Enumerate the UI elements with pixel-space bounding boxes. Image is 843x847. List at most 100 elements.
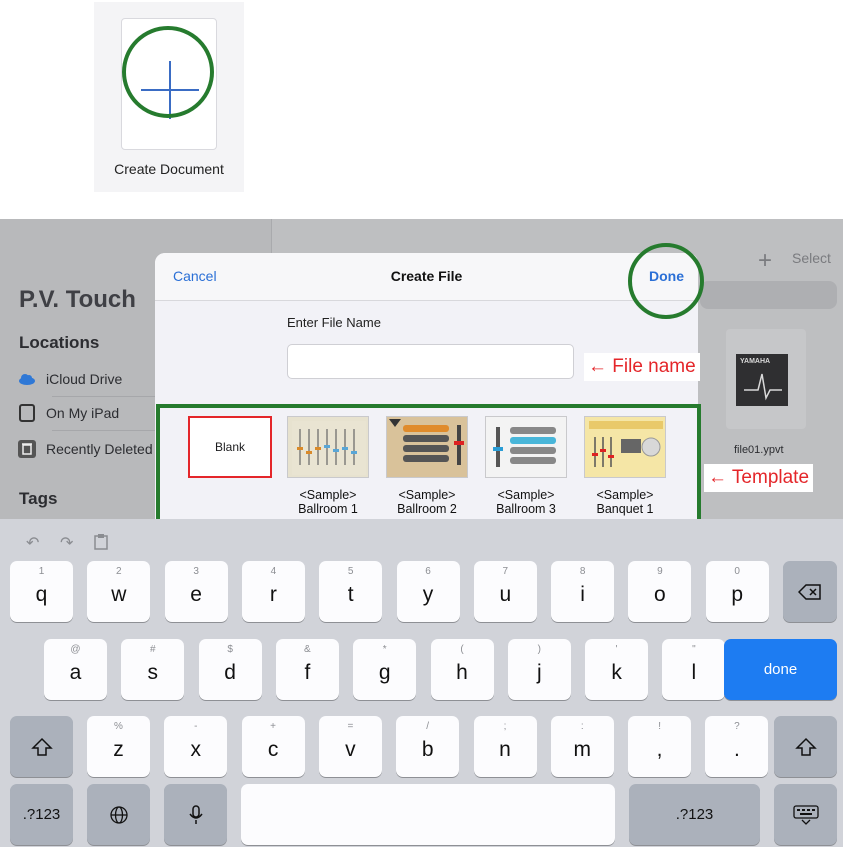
key-e[interactable]: 3e — [164, 561, 228, 622]
globe-key[interactable] — [87, 784, 150, 845]
key-label: w — [111, 583, 127, 606]
file-name: file01.ypvt — [734, 444, 784, 456]
key-m[interactable]: :m — [550, 716, 614, 777]
key-label: d — [224, 661, 236, 684]
key-c[interactable]: + c — [241, 716, 305, 777]
key-hint: - — [194, 721, 198, 732]
clipboard-icon[interactable] — [94, 533, 108, 555]
sidebar-item-label: Recently Deleted — [46, 441, 153, 457]
highlight-rectangle — [156, 404, 701, 531]
key-label: b — [421, 738, 434, 761]
key-hint: 7 — [502, 566, 509, 577]
template-annotation: ← Template — [704, 464, 814, 492]
key-label: q — [35, 583, 48, 606]
tags-heading: Tags — [19, 489, 58, 508]
left-shift-key[interactable] — [10, 716, 73, 777]
key-r[interactable]: 4r — [241, 561, 305, 622]
key-hint: * — [382, 644, 387, 655]
locations-heading: Locations — [19, 333, 100, 352]
key-label: y — [422, 583, 434, 606]
ipad-icon — [18, 404, 36, 422]
file-name-annotation: ← File name — [584, 353, 700, 381]
key-y[interactable]: 6y — [396, 561, 460, 622]
key-v[interactable]: = v — [318, 716, 382, 777]
key-s[interactable]: # s — [121, 639, 185, 700]
key-label: e — [190, 583, 202, 606]
ipad-screen: P.V. Touch Locations iCloud Drive On My … — [0, 219, 843, 847]
shift-icon — [774, 716, 837, 777]
numbers-key[interactable]: .?123 — [629, 784, 760, 845]
key-period[interactable]: ?. — [705, 716, 769, 777]
key-hint: % — [114, 721, 123, 732]
key-hint: ; — [503, 721, 507, 732]
sidebar-item-recently-deleted[interactable]: Recently Deleted — [18, 438, 153, 460]
key-u[interactable]: 7u — [473, 561, 537, 622]
key-b[interactable]: / b — [396, 716, 460, 777]
key-t[interactable]: 5t — [319, 561, 383, 622]
key-hint: 3 — [193, 566, 199, 577]
key-k[interactable]: ' k — [585, 639, 649, 700]
key-label: h — [456, 661, 468, 684]
select-button[interactable]: Select — [792, 250, 831, 266]
redo-icon[interactable]: ↷ — [60, 533, 73, 553]
highlight-circle — [628, 243, 704, 319]
done-return-key[interactable]: done — [724, 639, 837, 700]
create-document-label: Create Document — [114, 161, 224, 177]
space-key[interactable] — [241, 784, 615, 845]
key-hint: ! — [658, 721, 661, 732]
key-label: t — [347, 583, 354, 606]
key-hint: ? — [734, 721, 740, 732]
add-icon[interactable]: + — [758, 247, 772, 275]
key-hint: / — [426, 721, 430, 732]
key-a[interactable]: @ a — [44, 639, 107, 700]
key-hint: 6 — [425, 566, 431, 577]
key-hint: 8 — [579, 566, 586, 577]
file-name-label: Enter File Name — [287, 315, 381, 330]
key-z[interactable]: % z — [87, 716, 150, 777]
key-hint: + — [270, 721, 277, 732]
key-label: g — [378, 661, 391, 684]
key-h[interactable]: (h — [430, 639, 494, 700]
key-i[interactable]: 8i — [551, 561, 615, 622]
sidebar-item-on-my-ipad[interactable]: On My iPad — [18, 402, 119, 424]
key-hint: $ — [227, 644, 233, 655]
dictation-key[interactable] — [164, 784, 227, 845]
key-j[interactable]: ) j — [507, 639, 571, 700]
key-l[interactable]: " l — [662, 639, 726, 700]
key-label: . — [733, 738, 740, 761]
key-w[interactable]: 2w — [87, 561, 151, 622]
key-label: c — [267, 738, 279, 761]
key-g[interactable]: * g — [353, 639, 417, 700]
key-hint: ' — [615, 644, 618, 655]
key-o[interactable]: 9o — [628, 561, 692, 622]
key-label: u — [499, 583, 512, 606]
return-key-label: done — [763, 661, 798, 678]
key-hint: " — [692, 644, 696, 655]
key-q[interactable]: 1q — [10, 561, 73, 622]
yamaha-logo: YAMAHA — [736, 354, 788, 406]
key-n[interactable]: ; n — [473, 716, 537, 777]
numbers-key[interactable]: .?123 — [10, 784, 73, 845]
key-label: n — [499, 738, 511, 761]
key-f[interactable]: & f — [275, 639, 339, 700]
right-shift-key[interactable] — [774, 716, 837, 777]
key-label: x — [190, 738, 202, 761]
key-label: s — [147, 661, 159, 684]
key-label: i — [580, 583, 585, 606]
key-d[interactable]: $ d — [198, 639, 262, 700]
key-x[interactable]: -x — [164, 716, 228, 777]
key-comma[interactable]: !, — [628, 716, 692, 777]
hide-keyboard-key[interactable] — [774, 784, 837, 845]
key-p[interactable]: 0p — [705, 561, 769, 622]
file-name-input[interactable] — [287, 344, 574, 379]
key-label: z — [113, 738, 124, 761]
sidebar-item-label: On My iPad — [46, 405, 120, 421]
delete-key[interactable] — [783, 561, 837, 622]
sidebar-item-icloud-drive[interactable]: iCloud Drive — [18, 368, 122, 390]
search-field[interactable] — [700, 281, 837, 309]
key-hint: : — [580, 721, 584, 732]
app-title: P.V. Touch — [19, 286, 136, 313]
key-hint: 5 — [347, 566, 354, 577]
key-label: a — [69, 661, 82, 684]
undo-icon[interactable]: ↶ — [26, 533, 39, 553]
